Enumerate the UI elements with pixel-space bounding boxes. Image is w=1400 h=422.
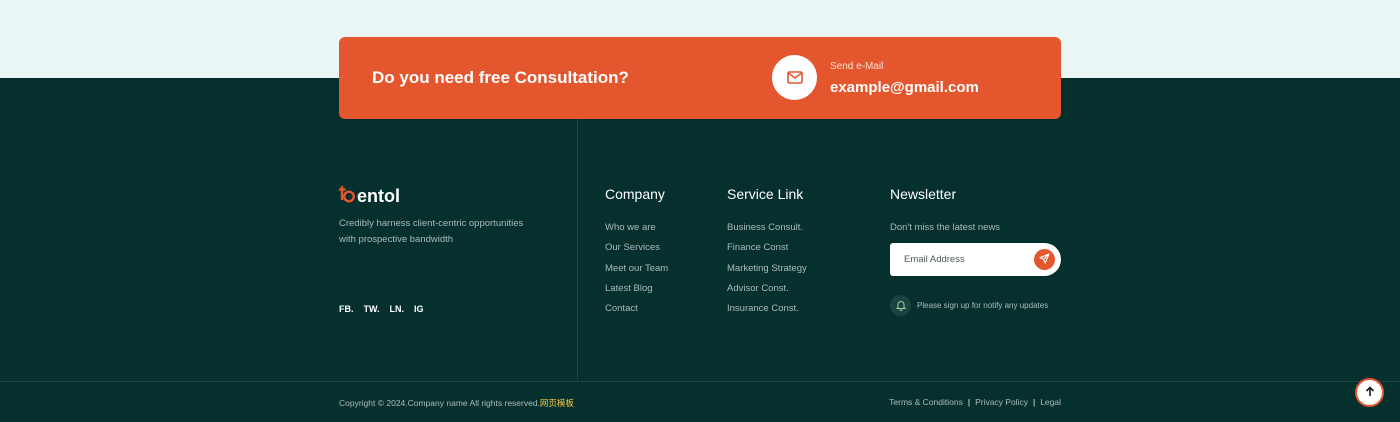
social-links: FB. TW. LN. IG <box>339 304 424 314</box>
newsletter-subtitle: Don't miss the latest news <box>890 222 1001 233</box>
privacy-link[interactable]: Privacy Policy <box>975 397 1028 407</box>
copyright-text: Copyright © 2024.Company name All rights… <box>339 398 540 408</box>
column-divider <box>577 119 578 382</box>
newsletter-submit-button[interactable] <box>1034 249 1055 270</box>
social-link-twitter[interactable]: TW. <box>364 304 380 314</box>
service-link[interactable]: Marketing Strategy <box>727 263 807 283</box>
brand-tagline: Credibly harness client-centric opportun… <box>339 218 524 245</box>
brand-logo[interactable]: entol <box>339 185 400 208</box>
arrow-up-icon <box>1365 384 1375 402</box>
copyright-link[interactable]: 网页模板 <box>540 398 574 408</box>
email-link[interactable]: example@gmail.com <box>830 79 979 96</box>
footer-divider <box>0 381 1400 382</box>
newsletter-notify-text: Please sign up for notify any updates <box>917 301 1049 310</box>
footer-background <box>0 78 1400 422</box>
company-link[interactable]: Contact <box>605 303 668 323</box>
consultation-title: Do you need free Consultation? <box>372 68 629 87</box>
social-link-facebook[interactable]: FB. <box>339 304 354 314</box>
terms-link[interactable]: Terms & Conditions <box>889 397 963 407</box>
company-link[interactable]: Meet our Team <box>605 263 668 283</box>
logo-mark-icon <box>339 185 356 208</box>
company-link[interactable]: Who we are <box>605 222 668 242</box>
mail-icon <box>772 55 817 100</box>
company-links: Who we are Our Services Meet our Team La… <box>605 222 668 323</box>
back-to-top-button[interactable] <box>1355 378 1384 407</box>
legal-links: Terms & Conditions | Privacy Policy | Le… <box>889 397 1061 407</box>
legal-separator: | <box>1032 397 1036 407</box>
service-link[interactable]: Insurance Const. <box>727 303 807 323</box>
company-link[interactable]: Latest Blog <box>605 283 668 303</box>
service-links: Business Consult. Finance Const Marketin… <box>727 222 807 323</box>
service-link[interactable]: Advisor Const. <box>727 283 807 303</box>
service-link[interactable]: Finance Const <box>727 242 807 262</box>
send-email-label: Send e-Mail <box>830 61 884 72</box>
copyright: Copyright © 2024.Company name All rights… <box>339 397 574 409</box>
consultation-banner: Do you need free Consultation? Send e-Ma… <box>339 37 1061 119</box>
company-heading: Company <box>605 186 665 202</box>
bell-icon <box>890 295 911 316</box>
service-heading: Service Link <box>727 186 804 202</box>
send-icon <box>1039 251 1050 269</box>
social-link-instagram[interactable]: IG <box>414 304 424 314</box>
newsletter-heading: Newsletter <box>890 186 957 202</box>
company-link[interactable]: Our Services <box>605 242 668 262</box>
service-link[interactable]: Business Consult. <box>727 222 807 242</box>
brand-name: entol <box>357 186 400 206</box>
social-link-linkedin[interactable]: LN. <box>390 304 405 314</box>
legal-separator: | <box>967 397 971 407</box>
legal-link[interactable]: Legal <box>1040 397 1061 407</box>
